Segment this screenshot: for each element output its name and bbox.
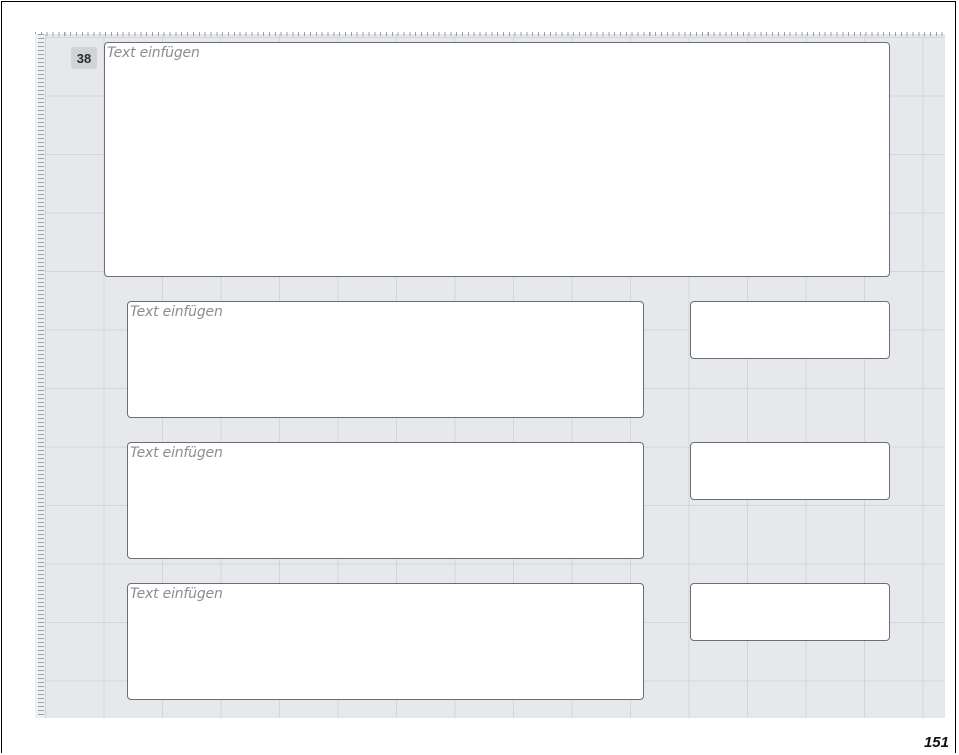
main-text-field[interactable]: Text einfügen <box>104 42 890 277</box>
text-placeholder-row-1: Text einfügen <box>130 304 223 320</box>
answer-box-row-1[interactable] <box>690 301 890 359</box>
text-placeholder-row-2: Text einfügen <box>130 445 223 461</box>
text-field-row-1[interactable]: Text einfügen <box>127 301 644 418</box>
item-number-badge: 38 <box>71 47 97 69</box>
top-ruler <box>35 28 945 36</box>
main-text-placeholder: Text einfügen <box>107 45 200 61</box>
left-ruler <box>35 34 44 718</box>
text-field-row-2[interactable]: Text einfügen <box>127 442 644 559</box>
text-placeholder-row-3: Text einfügen <box>130 586 223 602</box>
page-number: 151 <box>923 734 949 751</box>
answer-box-row-2[interactable] <box>690 442 890 500</box>
text-field-row-3[interactable]: Text einfügen <box>127 583 644 700</box>
answer-box-row-3[interactable] <box>690 583 890 641</box>
